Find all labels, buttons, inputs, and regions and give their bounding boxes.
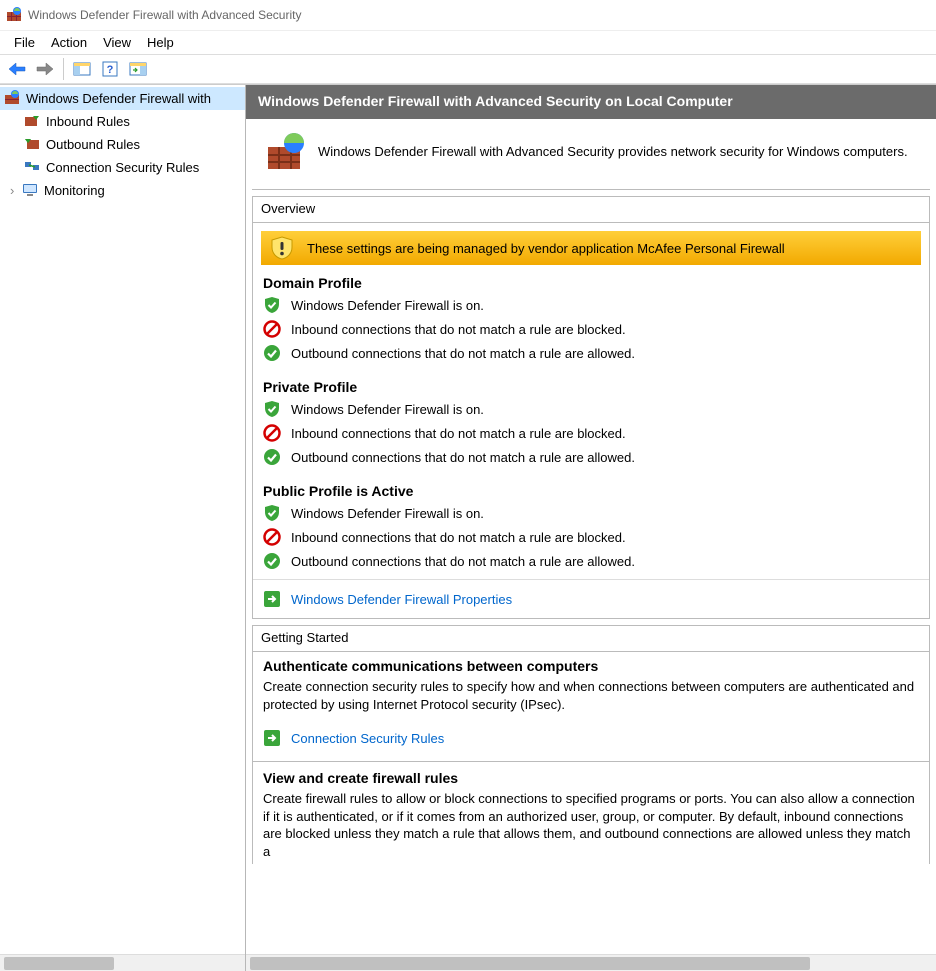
workspace: Windows Defender Firewall with Inbound R… — [0, 84, 936, 971]
tree-item-monitoring[interactable]: › Monitoring — [0, 179, 245, 202]
content-pane: Windows Defender Firewall with Advanced … — [246, 85, 936, 971]
firewall-icon — [4, 89, 20, 108]
toolbar: ? — [0, 54, 936, 84]
overview-panel: Overview These settings are being manage… — [252, 196, 930, 619]
block-icon — [263, 528, 281, 546]
menu-help[interactable]: Help — [139, 33, 182, 52]
tree-item-outbound-rules[interactable]: Outbound Rules — [0, 133, 245, 156]
status-text: Inbound connections that do not match a … — [291, 426, 626, 441]
status-text: Outbound connections that do not match a… — [291, 554, 635, 569]
profile-heading-public: Public Profile is Active — [253, 479, 929, 501]
allow-icon — [263, 448, 281, 466]
action-pane-icon — [129, 62, 147, 76]
content-horizontal-scrollbar[interactable] — [246, 954, 936, 971]
gs-body-view-rules: Create firewall rules to allow or block … — [253, 788, 929, 864]
status-text: Windows Defender Firewall is on. — [291, 506, 484, 521]
forward-button[interactable] — [32, 57, 58, 81]
monitoring-icon — [22, 181, 38, 200]
tree-pane: Windows Defender Firewall with Inbound R… — [0, 85, 246, 971]
tree-item-label: Connection Security Rules — [46, 160, 199, 175]
status-firewall-on: Windows Defender Firewall is on. — [253, 397, 929, 421]
action-pane-button[interactable] — [125, 57, 151, 81]
tree-root-firewall[interactable]: Windows Defender Firewall with — [0, 87, 245, 110]
title-bar: Windows Defender Firewall with Advanced … — [0, 0, 936, 30]
status-text: Outbound connections that do not match a… — [291, 450, 635, 465]
tree-root-label: Windows Defender Firewall with — [26, 91, 211, 106]
tree-item-label: Outbound Rules — [46, 137, 140, 152]
getting-started-title: Getting Started — [253, 626, 929, 652]
status-firewall-on: Windows Defender Firewall is on. — [253, 293, 929, 317]
block-icon — [263, 424, 281, 442]
allow-icon — [263, 552, 281, 570]
show-hide-tree-button[interactable] — [69, 57, 95, 81]
warning-shield-icon — [269, 235, 295, 261]
firewall-properties-link-row: Windows Defender Firewall Properties — [253, 579, 929, 618]
gs-body-authenticate: Create connection security rules to spec… — [253, 676, 929, 717]
tree-item-inbound-rules[interactable]: Inbound Rules — [0, 110, 245, 133]
arrow-right-icon — [36, 62, 54, 76]
status-outbound-allowed: Outbound connections that do not match a… — [253, 549, 929, 573]
status-inbound-blocked: Inbound connections that do not match a … — [253, 525, 929, 549]
profile-heading-private: Private Profile — [253, 375, 929, 397]
connection-security-rules-link[interactable]: Connection Security Rules — [291, 731, 444, 746]
content-body: Windows Defender Firewall with Advanced … — [246, 119, 936, 954]
tree-horizontal-scrollbar[interactable] — [0, 954, 245, 971]
tree-item-label: Monitoring — [44, 183, 105, 198]
window-title: Windows Defender Firewall with Advanced … — [28, 8, 301, 22]
firewall-app-icon — [6, 6, 22, 25]
profile-heading-domain: Domain Profile — [253, 271, 929, 293]
menu-action[interactable]: Action — [43, 33, 95, 52]
banner-text: These settings are being managed by vend… — [307, 241, 785, 256]
status-firewall-on: Windows Defender Firewall is on. — [253, 501, 929, 525]
shield-check-icon — [263, 504, 281, 522]
connection-security-rules-link-row: Connection Security Rules — [253, 717, 929, 759]
status-outbound-allowed: Outbound connections that do not match a… — [253, 445, 929, 469]
shield-check-icon — [263, 296, 281, 314]
status-inbound-blocked: Inbound connections that do not match a … — [253, 317, 929, 341]
goto-arrow-icon — [263, 729, 281, 747]
intro-banner: Windows Defender Firewall with Advanced … — [252, 119, 930, 190]
menu-bar: File Action View Help — [0, 30, 936, 54]
shield-check-icon — [263, 400, 281, 418]
arrow-left-icon — [8, 62, 26, 76]
firewall-properties-link[interactable]: Windows Defender Firewall Properties — [291, 592, 512, 607]
outbound-rules-icon — [24, 135, 40, 154]
tree-item-label: Inbound Rules — [46, 114, 130, 129]
toolbar-separator — [63, 58, 64, 80]
status-inbound-blocked: Inbound connections that do not match a … — [253, 421, 929, 445]
getting-started-panel: Getting Started Authenticate communicati… — [252, 625, 930, 864]
content-header: Windows Defender Firewall with Advanced … — [246, 85, 936, 119]
menu-file[interactable]: File — [6, 33, 43, 52]
svg-text:?: ? — [107, 64, 114, 76]
scrollbar-thumb[interactable] — [4, 957, 114, 970]
goto-arrow-icon — [263, 590, 281, 608]
status-text: Inbound connections that do not match a … — [291, 530, 626, 545]
status-text: Windows Defender Firewall is on. — [291, 402, 484, 417]
status-outbound-allowed: Outbound connections that do not match a… — [253, 341, 929, 365]
section-divider — [253, 761, 929, 762]
gs-heading-authenticate: Authenticate communications between comp… — [253, 652, 929, 676]
status-text: Windows Defender Firewall is on. — [291, 298, 484, 313]
gs-heading-view-rules: View and create firewall rules — [253, 764, 929, 788]
overview-title: Overview — [253, 197, 929, 223]
inbound-rules-icon — [24, 112, 40, 131]
status-text: Inbound connections that do not match a … — [291, 322, 626, 337]
help-icon: ? — [102, 61, 118, 77]
help-button[interactable]: ? — [97, 57, 123, 81]
status-text: Outbound connections that do not match a… — [291, 346, 635, 361]
tree-item-connection-security-rules[interactable]: Connection Security Rules — [0, 156, 245, 179]
back-button[interactable] — [4, 57, 30, 81]
scrollbar-thumb[interactable] — [250, 957, 810, 970]
block-icon — [263, 320, 281, 338]
managed-by-vendor-banner: These settings are being managed by vend… — [261, 231, 921, 265]
firewall-large-icon — [266, 131, 306, 171]
connection-security-icon — [24, 158, 40, 177]
panel-icon — [73, 62, 91, 76]
expander-icon[interactable]: › — [10, 183, 22, 198]
menu-view[interactable]: View — [95, 33, 139, 52]
allow-icon — [263, 344, 281, 362]
intro-text: Windows Defender Firewall with Advanced … — [318, 144, 908, 159]
